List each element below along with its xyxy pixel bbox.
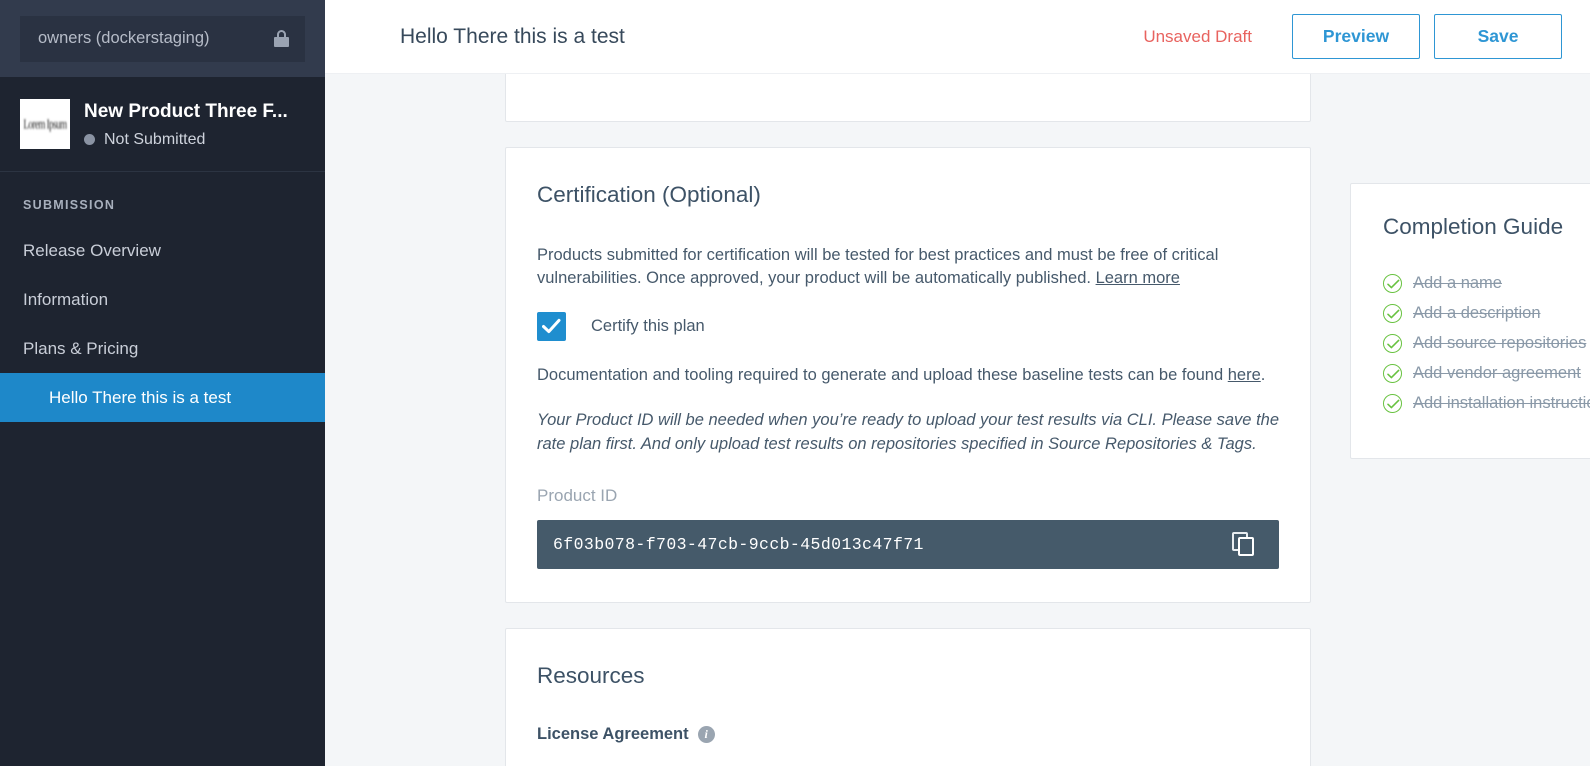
product-status: Not Submitted xyxy=(84,131,288,149)
certify-plan-row[interactable]: Certify this plan xyxy=(537,312,1279,341)
documentation-text: Documentation and tooling required to ge… xyxy=(537,364,1279,387)
certification-title: Certification (Optional) xyxy=(537,182,1279,208)
product-thumbnail: Lorem Ipsum xyxy=(20,99,70,149)
check-circle-icon xyxy=(1383,394,1402,413)
org-name: owners (dockerstaging) xyxy=(38,29,210,48)
topbar: Hello There this is a test Unsaved Draft… xyxy=(325,0,1590,74)
preview-button[interactable]: Preview xyxy=(1292,14,1420,59)
check-circle-icon xyxy=(1383,304,1402,323)
certify-plan-checkbox[interactable] xyxy=(537,312,566,341)
certification-description: Products submitted for certification wil… xyxy=(537,244,1279,291)
lock-icon xyxy=(274,30,289,47)
copy-icon[interactable] xyxy=(1232,532,1257,557)
guide-item-add-source-repositories: Add source repositories xyxy=(1383,334,1590,353)
sidebar-item-hello-there-this-is-a-test[interactable]: Hello There this is a test xyxy=(0,373,325,422)
resources-card: Resources License Agreement i xyxy=(505,628,1311,766)
check-circle-icon xyxy=(1383,334,1402,353)
documentation-text-after: . xyxy=(1261,366,1266,384)
guide-item-add-a-description: Add a description xyxy=(1383,304,1590,323)
nav-section-label: SUBMISSION xyxy=(0,172,325,212)
sidebar-item-information[interactable]: Information xyxy=(0,275,325,324)
org-bar: owners (dockerstaging) xyxy=(0,0,325,77)
completion-guide-card: Completion Guide Add a name Add a descri… xyxy=(1350,183,1590,459)
guide-item-label: Add a name xyxy=(1413,274,1502,293)
content-column: Certification (Optional) Products submit… xyxy=(325,74,1315,766)
product-id-note: Your Product ID will be needed when you’… xyxy=(537,409,1279,456)
app-root: owners (dockerstaging) Lorem Ipsum New P… xyxy=(0,0,1590,766)
sidebar-nav: Release Overview Information Plans & Pri… xyxy=(0,226,325,422)
product-id-label: Product ID xyxy=(537,486,1279,506)
certification-card: Certification (Optional) Products submit… xyxy=(505,147,1311,603)
guide-item-label: Add a description xyxy=(1413,304,1541,323)
completion-guide-title: Completion Guide xyxy=(1383,214,1590,240)
status-badge: Unsaved Draft xyxy=(1143,27,1252,47)
license-agreement-text: License Agreement xyxy=(537,725,689,744)
product-id-value: 6f03b078-f703-47cb-9ccb-45d013c47f71 xyxy=(553,535,924,554)
main-area: Hello There this is a test Unsaved Draft… xyxy=(325,0,1590,766)
documentation-text-before: Documentation and tooling required to ge… xyxy=(537,366,1228,384)
page-title: Hello There this is a test xyxy=(400,25,1143,49)
check-circle-icon xyxy=(1383,274,1402,293)
product-header: Lorem Ipsum New Product Three F... Not S… xyxy=(0,77,325,172)
resources-title: Resources xyxy=(537,663,1279,689)
thumbnail-glyph: Lorem Ipsum xyxy=(23,117,66,132)
license-agreement-label: License Agreement i xyxy=(537,725,1279,744)
content-scroll-region[interactable]: Certification (Optional) Products submit… xyxy=(325,74,1590,766)
guide-item-label: Add source repositories xyxy=(1413,334,1586,353)
sidebar: owners (dockerstaging) Lorem Ipsum New P… xyxy=(0,0,325,766)
previous-card-partial xyxy=(505,74,1311,122)
guide-item-label: Add vendor agreement xyxy=(1413,364,1581,383)
save-button[interactable]: Save xyxy=(1434,14,1562,59)
product-id-field[interactable]: 6f03b078-f703-47cb-9ccb-45d013c47f71 xyxy=(537,520,1279,569)
sidebar-item-plans-pricing[interactable]: Plans & Pricing xyxy=(0,324,325,373)
status-label: Not Submitted xyxy=(104,131,205,149)
guide-item-add-a-name: Add a name xyxy=(1383,274,1590,293)
info-icon[interactable]: i xyxy=(698,726,715,743)
guide-column: Completion Guide Add a name Add a descri… xyxy=(1315,74,1590,766)
certify-plan-label: Certify this plan xyxy=(591,317,705,336)
org-selector[interactable]: owners (dockerstaging) xyxy=(20,16,305,62)
guide-item-label: Add installation instructions xyxy=(1413,394,1590,413)
sidebar-item-release-overview[interactable]: Release Overview xyxy=(0,226,325,275)
status-dot-icon xyxy=(84,134,95,145)
learn-more-link[interactable]: Learn more xyxy=(1096,269,1180,287)
guide-item-add-installation-instructions: Add installation instructions xyxy=(1383,394,1590,413)
here-link[interactable]: here xyxy=(1228,366,1261,384)
product-title: New Product Three F... xyxy=(84,101,288,123)
guide-item-add-vendor-agreement: Add vendor agreement xyxy=(1383,364,1590,383)
check-circle-icon xyxy=(1383,364,1402,383)
